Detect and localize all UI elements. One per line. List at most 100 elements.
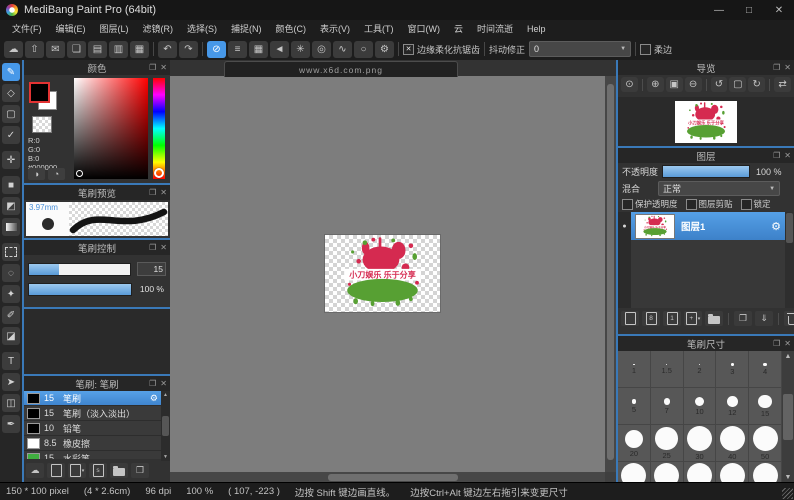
brush-list-item[interactable]: 8.5橡皮擦: [24, 436, 161, 451]
layer-folder-button[interactable]: [705, 311, 723, 326]
brush-size-cell[interactable]: 10: [684, 388, 717, 425]
brush-cloud-download-button[interactable]: ☁: [26, 463, 44, 478]
brush-size-cell[interactable]: 7: [651, 388, 684, 425]
scrollbar-thumb[interactable]: [786, 213, 793, 243]
snap-curve-button[interactable]: ∿: [333, 41, 352, 58]
rotate-right-button[interactable]: ↻: [748, 77, 765, 92]
add-8bit-layer-button[interactable]: 8: [642, 311, 660, 326]
clipping-checkbox[interactable]: [686, 199, 697, 210]
resize-grip[interactable]: [782, 488, 793, 499]
document-button[interactable]: ▤: [88, 41, 107, 58]
brush-size-cell[interactable]: 15: [749, 388, 782, 425]
brush-size-cell[interactable]: 12: [716, 388, 749, 425]
add-brush-menu-button[interactable]: ▾: [68, 463, 86, 478]
antialias-checkbox[interactable]: ✕: [403, 44, 414, 55]
reset-view-button[interactable]: ▢: [729, 77, 746, 92]
brush-size-scrollbar[interactable]: ▲ ▼: [782, 351, 794, 483]
scrollbar-thumb[interactable]: [783, 394, 793, 440]
scroll-down-icon[interactable]: ▼: [785, 474, 792, 481]
add-brush-button[interactable]: [47, 463, 65, 478]
brush-list-item[interactable]: 10铅笔: [24, 421, 161, 436]
move-tool[interactable]: ✛: [2, 151, 20, 169]
select-rect-tool[interactable]: [2, 243, 20, 261]
merge-layer-button[interactable]: ⇓: [755, 311, 773, 326]
scroll-up-icon[interactable]: ▲: [785, 353, 792, 360]
brush-size-cell[interactable]: 3: [716, 351, 749, 388]
rotate-left-button[interactable]: ↺: [711, 77, 728, 92]
eyedropper-tool[interactable]: ✒: [2, 415, 20, 433]
brush-size-cell[interactable]: 2: [684, 351, 717, 388]
scrollbar-thumb[interactable]: [607, 84, 614, 460]
color-pad-button[interactable]: ◔: [48, 168, 65, 180]
scrollbar-thumb[interactable]: [328, 474, 458, 481]
comment-button[interactable]: ✉: [46, 41, 65, 58]
duplicate-brush-button[interactable]: ❐: [131, 463, 149, 478]
delete-layer-button[interactable]: [784, 311, 794, 326]
saturation-value-picker[interactable]: [74, 78, 148, 179]
menu-item-颜色(C)[interactable]: 颜色(C): [269, 20, 314, 38]
menu-item-滤镜(R)[interactable]: 滤镜(R): [136, 20, 181, 38]
color-wheel-button[interactable]: ◑: [28, 168, 45, 180]
brush-size-cell[interactable]: 1.5: [651, 351, 684, 388]
canvas-viewport[interactable]: 小刀娱乐 乐于分享: [170, 76, 605, 472]
menu-item-图层(L)[interactable]: 图层(L): [93, 20, 136, 38]
snap-concentric-button[interactable]: ◎: [312, 41, 331, 58]
transparent-color-swatch[interactable]: [32, 116, 52, 133]
snap-off-button[interactable]: ⊘: [207, 41, 226, 58]
fill-shape-tool[interactable]: ■: [2, 176, 20, 194]
brush-settings-gear-icon[interactable]: ⚙: [150, 393, 158, 404]
brush-size-cell[interactable]: 90: [716, 462, 749, 483]
shape-brush-tool[interactable]: ▢: [2, 105, 20, 123]
select-eraser-tool[interactable]: ◪: [2, 327, 20, 345]
zoom-actual-button[interactable]: ⊙: [621, 77, 638, 92]
stabilizer-select[interactable]: 0 ▼: [529, 41, 631, 57]
menu-item-窗口(W)[interactable]: 窗口(W): [401, 20, 448, 38]
menu-item-编辑(E)[interactable]: 编辑(E): [49, 20, 93, 38]
flip-view-button[interactable]: ⇄: [774, 77, 791, 92]
canvas-artwork[interactable]: 小刀娱乐 乐于分享: [325, 235, 440, 312]
undo-button[interactable]: ↶: [158, 41, 177, 58]
panel-popout-icon[interactable]: ❐: [149, 243, 156, 252]
polyline-tool[interactable]: ✓: [2, 126, 20, 144]
brush-list-item[interactable]: 15笔刷⚙: [24, 391, 161, 406]
canvas-settings-button[interactable]: ▦: [130, 41, 149, 58]
protect-alpha-checkbox[interactable]: [622, 199, 633, 210]
cloud-save-button[interactable]: ☁: [4, 41, 23, 58]
minimize-button[interactable]: —: [704, 0, 734, 20]
layer-settings-gear-icon[interactable]: ⚙: [771, 220, 781, 233]
navigator-view[interactable]: 小刀娱乐 乐于分享: [618, 97, 794, 146]
script-brush-button[interactable]: s: [89, 463, 107, 478]
canvas-vertical-scrollbar[interactable]: [605, 76, 616, 472]
brush-opacity-slider[interactable]: [28, 283, 132, 296]
menu-item-云[interactable]: 云: [447, 20, 470, 38]
menu-item-Help[interactable]: Help: [520, 20, 553, 38]
layer-list-scrollbar[interactable]: [785, 212, 794, 308]
bucket-tool[interactable]: ◩: [2, 197, 20, 215]
brush-size-cell[interactable]: 60: [618, 462, 651, 483]
maximize-button[interactable]: □: [734, 0, 764, 20]
fit-window-button[interactable]: ▣: [666, 77, 683, 92]
snap-radial-button[interactable]: ✳: [291, 41, 310, 58]
brush-size-cell[interactable]: 100: [749, 462, 782, 483]
add-layer-menu-button[interactable]: +▾: [684, 311, 702, 326]
scroll-down-icon[interactable]: ▼: [163, 454, 168, 460]
scroll-up-icon[interactable]: ▲: [163, 392, 168, 398]
panel-close-icon[interactable]: ✕: [160, 379, 167, 388]
snap-parallel-button[interactable]: ≡: [228, 41, 247, 58]
snap-settings-button[interactable]: ⚙: [375, 41, 394, 58]
brush-list-scrollbar[interactable]: ▲ ▼: [161, 391, 170, 461]
brush-size-cell[interactable]: 25: [651, 425, 684, 462]
panel-popout-icon[interactable]: ❐: [149, 63, 156, 72]
menu-item-表示(V)[interactable]: 表示(V): [313, 20, 357, 38]
select-pen-tool[interactable]: ✐: [2, 306, 20, 324]
blend-mode-select[interactable]: 正常 ▼: [658, 181, 780, 196]
brush-list-item[interactable]: 15笔刷（淡入淡出）: [24, 406, 161, 421]
close-button[interactable]: ✕: [764, 0, 794, 20]
soft-edge-checkbox[interactable]: [640, 44, 651, 55]
layer-row[interactable]: 小刀娱乐 乐于分享 图层1 ⚙: [631, 212, 785, 240]
magic-wand-tool[interactable]: ✦: [2, 285, 20, 303]
hue-slider[interactable]: [153, 78, 165, 179]
brush-size-cell[interactable]: 20: [618, 425, 651, 462]
panel-close-icon[interactable]: ✕: [784, 151, 791, 160]
duplicate-layer-button[interactable]: ❐: [734, 311, 752, 326]
